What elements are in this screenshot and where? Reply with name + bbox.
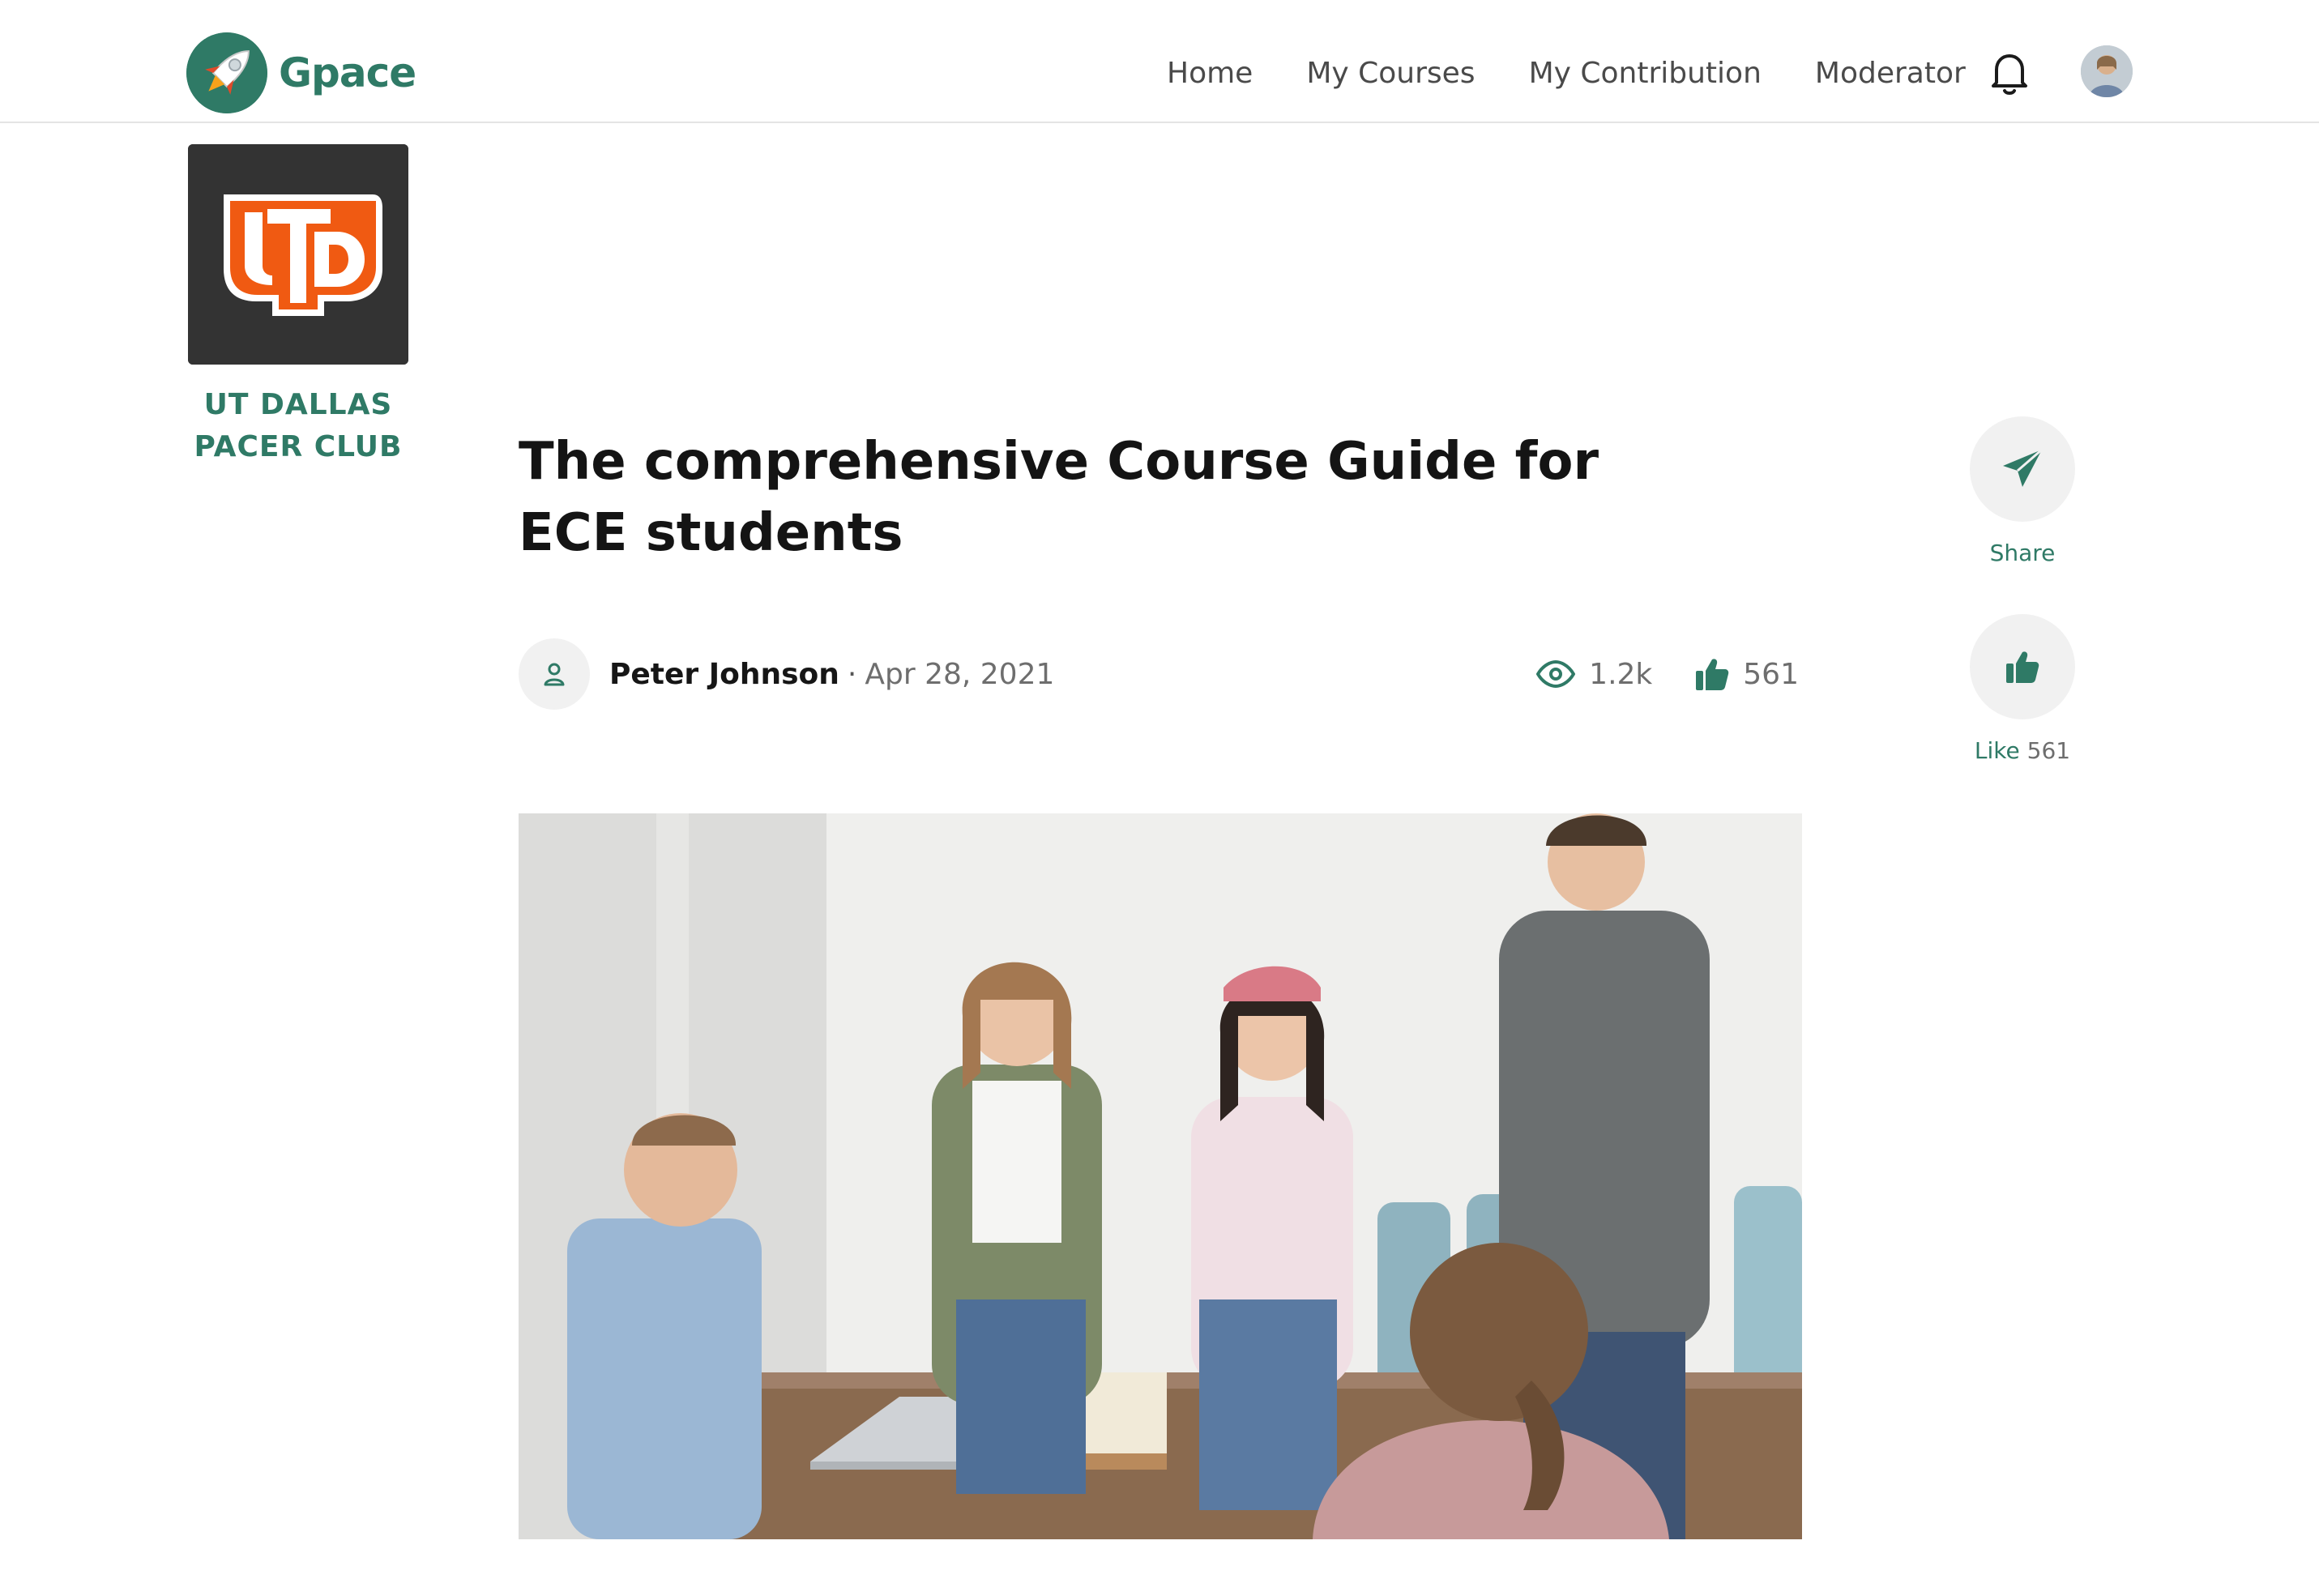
author-name[interactable]: Peter Johnson: [609, 658, 839, 691]
paper-plane-icon: [2003, 448, 2043, 487]
nav-my-courses[interactable]: My Courses: [1306, 57, 1475, 90]
article-hero-image: [519, 813, 1802, 1539]
thumbs-up-icon: [1696, 659, 1729, 690]
nav-home[interactable]: Home: [1167, 57, 1253, 90]
eye-icon: [1536, 660, 1576, 688]
share-button[interactable]: [1970, 416, 2075, 522]
views-stat: 1.2k: [1535, 658, 1652, 691]
like-label-count: 561: [2026, 737, 2071, 764]
club-name-line1: UT DALLAS: [203, 388, 393, 421]
article-title: The comprehensive Course Guide for ECE s…: [519, 432, 1599, 563]
like-label: Like 561: [1966, 737, 2079, 764]
publish-date: Apr 28, 2021: [865, 657, 1055, 691]
meta-separator: ·: [847, 657, 857, 691]
user-icon: [544, 663, 565, 686]
main-nav: Home My Courses My Contribution Moderato…: [1167, 44, 2019, 102]
rocket-logo-icon: [186, 32, 267, 113]
share-action: Share: [1966, 416, 2079, 566]
club-name-line2: PACER CLUB: [194, 430, 403, 463]
likes-count: 561: [1743, 657, 1799, 691]
club-logo[interactable]: [188, 144, 408, 365]
thumbs-up-icon: [2006, 651, 2039, 683]
user-avatar[interactable]: [2081, 45, 2133, 97]
club-name[interactable]: UT DALLAS PACER CLUB: [162, 384, 434, 468]
article-stats: 1.2k 561: [1493, 637, 1799, 711]
brand-home-link[interactable]: Gpace: [186, 32, 416, 113]
nav-my-contribution[interactable]: My Contribution: [1529, 57, 1762, 90]
bell-icon[interactable]: [1988, 50, 2031, 96]
top-navbar: Gpace Home My Courses My Contribution Mo…: [0, 0, 2319, 123]
nav-moderator[interactable]: Moderator: [1815, 57, 1966, 90]
brand-name: Gpace: [279, 49, 416, 96]
author-avatar[interactable]: [519, 638, 590, 710]
likes-stat: 561: [1694, 656, 1799, 692]
like-action: Like 561: [1966, 614, 2079, 764]
share-label: Share: [1989, 540, 2056, 566]
article-meta: Peter Johnson · Apr 28, 2021 1.2k 561: [519, 637, 1799, 711]
views-count: 1.2k: [1589, 657, 1653, 691]
like-label-text: Like: [1974, 737, 2020, 764]
like-button[interactable]: [1970, 614, 2075, 719]
